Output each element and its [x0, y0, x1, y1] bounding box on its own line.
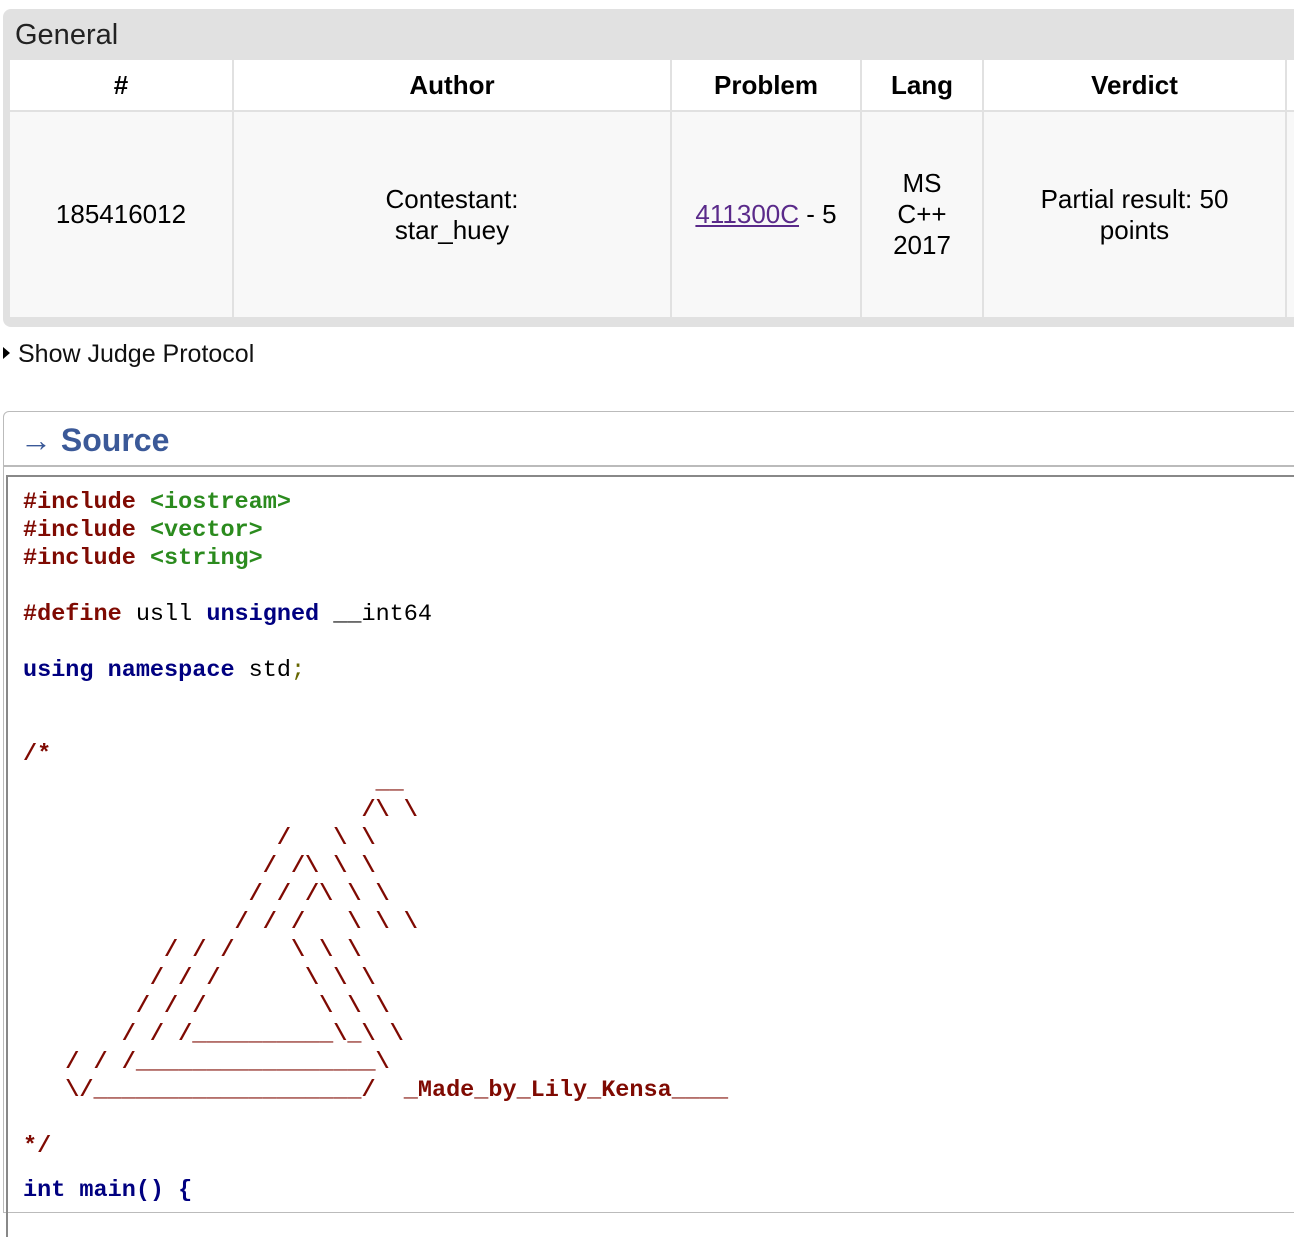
ascii-art-line: / /\ \ \	[23, 853, 376, 880]
judge-protocol-label: Show Judge Protocol	[18, 340, 255, 368]
code-line: using namespace std;	[23, 657, 305, 685]
header-extra	[1285, 58, 1294, 112]
ascii-art-line: / / /__________\_\ \	[23, 1021, 404, 1048]
lang-cell: MS C++ 2017	[860, 110, 984, 319]
code-line: #include <string>	[23, 545, 263, 573]
ascii-art-line: /\ \	[23, 797, 418, 824]
ascii-art-line: / / /\ \ \	[23, 881, 390, 908]
code-token: __int64	[319, 601, 432, 628]
divider	[4, 465, 1294, 467]
verdict-line-2: points	[1099, 214, 1170, 245]
show-judge-protocol-toggle[interactable]: Show Judge Protocol	[3, 338, 254, 370]
author-cell: Contestant: star_huey	[232, 110, 672, 319]
comment-open: /*	[23, 741, 52, 768]
lang-line-3: 2017	[893, 230, 951, 260]
verdict-cell: Partial result: 50 points	[982, 110, 1287, 319]
code-token: #include	[23, 517, 136, 544]
code-token: #include	[23, 545, 136, 572]
lang-line-2: C++	[897, 199, 947, 229]
header-id: #	[8, 58, 234, 112]
author-handle: star_huey	[394, 214, 510, 245]
lang-line-1: MS	[902, 168, 942, 198]
table-row: 185416012 Contestant: star_huey 411300C …	[8, 110, 1294, 319]
ascii-art-line: / / / \ \ \	[23, 965, 376, 992]
verdict-line-1: Partial result: 50	[1040, 183, 1229, 214]
problem-suffix: - 5	[799, 199, 837, 229]
code-block: #include <iostream> #include <vector> #i…	[6, 475, 1294, 1237]
ascii-art-line: / / / \ \ \	[23, 937, 362, 964]
problem-link[interactable]: 411300C	[695, 199, 799, 229]
problem-cell: 411300C - 5	[670, 110, 862, 319]
header-verdict: Verdict	[982, 58, 1287, 112]
code-line: #define usll unsigned __int64	[23, 601, 432, 629]
code-token: <vector>	[149, 517, 263, 544]
ascii-art-line: \/___________________/ _Made_by_Lily_Ken…	[23, 1077, 729, 1104]
code-token: unsigned	[206, 601, 320, 628]
ascii-art-line: / / / \ \ \	[23, 909, 418, 936]
code-token: ;	[290, 657, 306, 684]
code-token: std	[234, 657, 291, 684]
code-token: <iostream>	[149, 489, 291, 516]
header-problem: Problem	[670, 58, 862, 112]
ascii-art-line: / / / \ \ \	[23, 993, 390, 1020]
code-line: int main() {	[23, 1177, 193, 1204]
ascii-art-line: / \ \	[23, 825, 376, 852]
code-token: #define	[23, 601, 122, 628]
code-token: using	[23, 657, 94, 684]
triangle-right-icon	[3, 347, 10, 360]
comment-close: */	[23, 1133, 52, 1160]
code-line: #include <vector>	[23, 517, 263, 545]
header-author: Author	[232, 58, 672, 112]
table-header-row: # Author Problem Lang Verdict	[8, 58, 1294, 112]
ascii-art-line: __	[23, 769, 404, 796]
code-token: #include	[23, 489, 136, 516]
code-token: namespace	[107, 657, 235, 684]
source-panel: → Source #include <iostream> #include <v…	[3, 411, 1294, 1237]
header-lang: Lang	[860, 58, 984, 112]
ascii-art-line: / / /_________________\	[23, 1049, 390, 1076]
author-role: Contestant:	[385, 183, 519, 214]
submission-table: # Author Problem Lang Verdict 185416012 …	[8, 58, 1294, 319]
general-title: General	[15, 19, 119, 51]
code-line: #include <iostream>	[23, 489, 291, 517]
extra-cell	[1285, 110, 1294, 319]
general-panel: General # Author Problem Lang Verdict 18…	[3, 9, 1294, 327]
submission-id: 185416012	[8, 110, 234, 319]
code-token: <string>	[149, 545, 263, 572]
source-title: → Source	[20, 422, 170, 458]
code-token: usll	[121, 601, 207, 628]
